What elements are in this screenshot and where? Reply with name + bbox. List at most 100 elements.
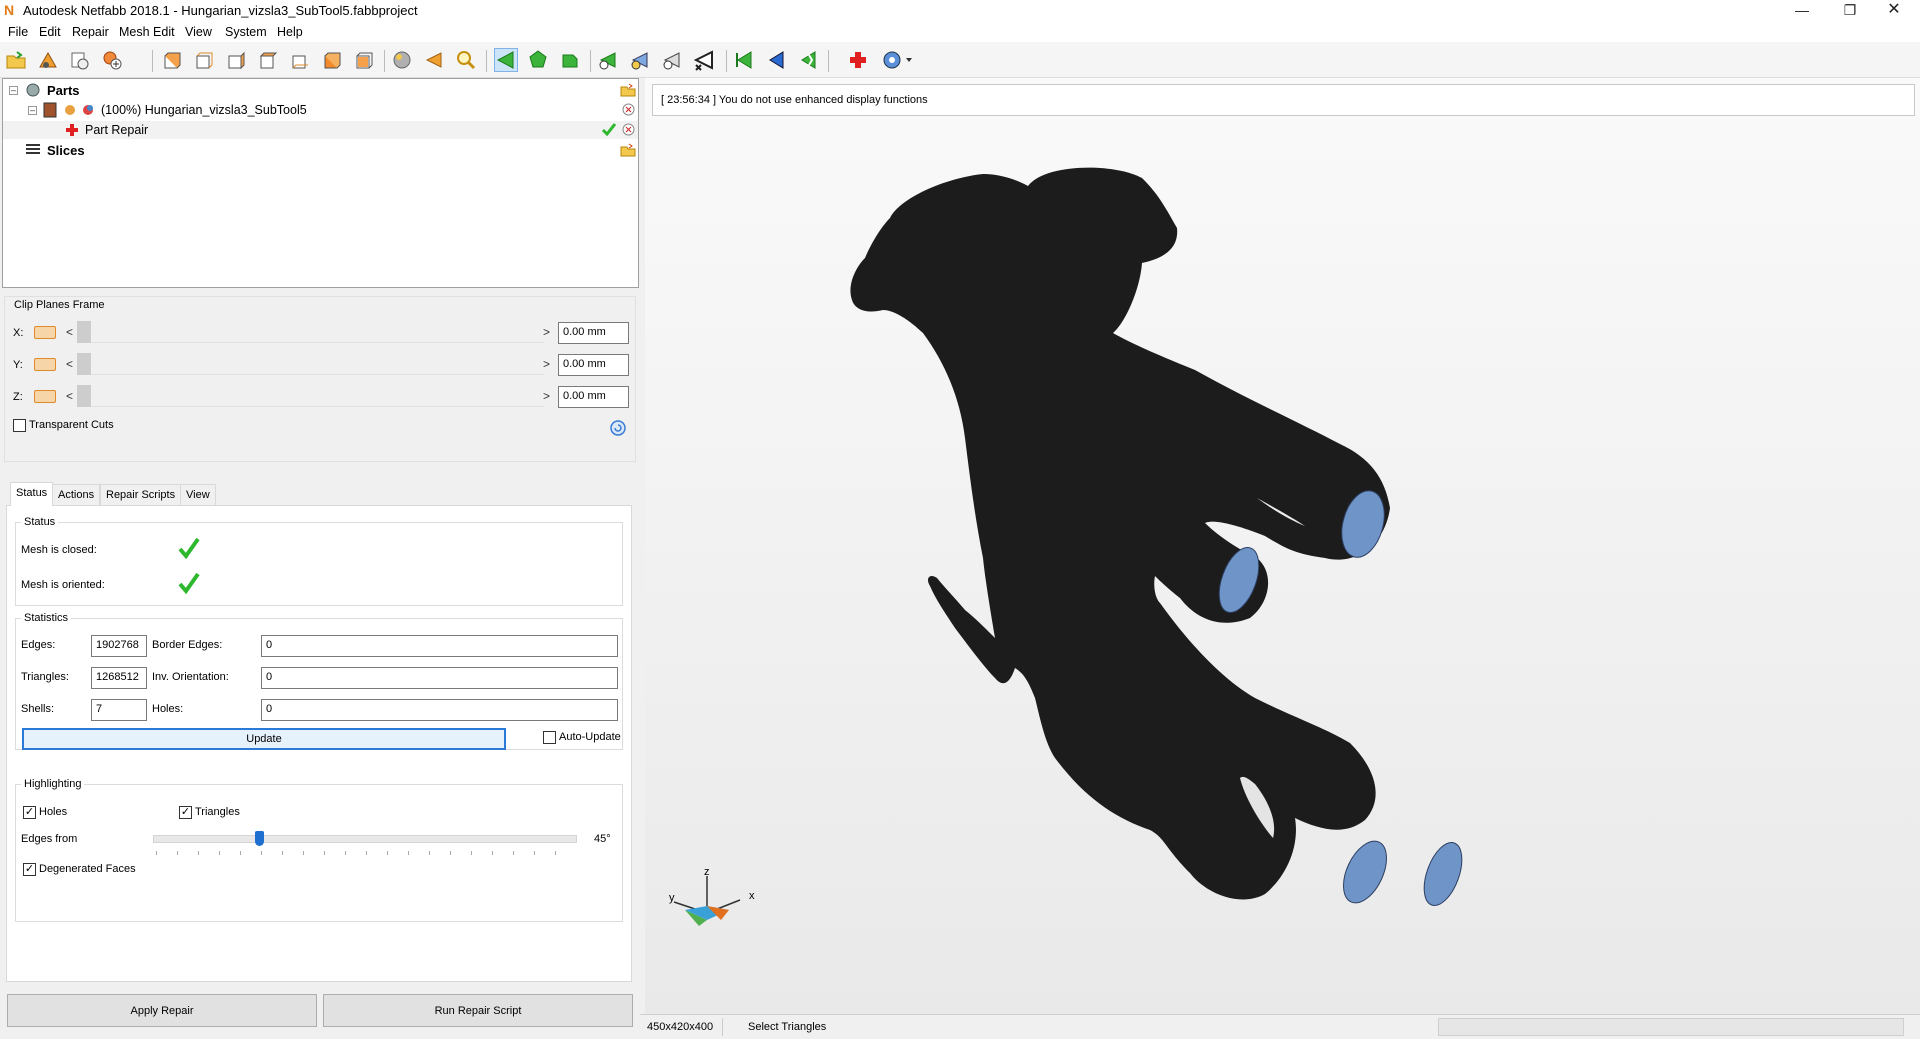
mesh-closed-check-icon [178,537,200,560]
transparent-cuts-checkbox[interactable] [13,419,26,432]
tree-node-slices[interactable]: Slices [25,141,85,159]
minimize-icon[interactable]: — [1780,0,1824,22]
menu-mesh-edit[interactable]: Mesh Edit [119,25,175,39]
select-triangles-icon[interactable] [494,48,518,72]
visibility-icon[interactable] [63,103,77,117]
clip-y-toggle[interactable] [34,358,56,371]
tab-status[interactable]: Status [10,482,54,506]
edges-angle-slider[interactable] [153,835,577,843]
tree-node-parts[interactable]: Parts [25,81,80,99]
tab-actions[interactable]: Actions [52,484,101,505]
dog-mesh-body[interactable] [850,167,1390,900]
menu-edit[interactable]: Edit [39,25,61,39]
clip-x-toggle[interactable] [34,326,56,339]
splitter-handle[interactable] [0,290,640,294]
open-parts-folder-icon[interactable] [620,83,636,97]
tree-node-part[interactable]: (100%) Hungarian_vizsla3_SubTool5 [43,101,307,119]
clip-y-right-arrow[interactable]: > [543,357,550,371]
clip-x-thumb[interactable] [77,321,91,343]
cancel-repair-icon[interactable] [622,123,635,136]
clip-x-field[interactable]: 0.00 mm [558,322,629,344]
clip-z-field[interactable]: 0.00 mm [558,386,629,408]
restore-icon[interactable]: ❐ [1828,0,1872,22]
select-surfaces-icon[interactable] [526,48,550,72]
menu-help[interactable]: Help [277,25,303,39]
auto-update-checkbox[interactable] [543,731,556,744]
view-left-icon[interactable] [224,48,248,72]
mesh-oriented-label: Mesh is oriented: [21,579,105,591]
edges-angle-value: 45° [594,833,611,845]
hole-back-leg-2[interactable] [1417,838,1470,911]
menu-repair[interactable]: Repair [72,25,109,39]
run-repair-script-button[interactable]: Run Repair Script [323,994,633,1027]
remove-all-icon[interactable] [692,48,716,72]
open-folder-icon[interactable] [4,48,28,72]
tab-repair-scripts[interactable]: Repair Scripts [100,484,182,505]
zoom-icon[interactable] [454,48,478,72]
grow-selection-icon[interactable] [796,48,820,72]
close-icon[interactable]: ✕ [1872,0,1916,22]
clip-z-right-arrow[interactable]: > [543,389,550,403]
view-back-icon[interactable] [192,48,216,72]
clip-x-right-arrow[interactable]: > [543,325,550,339]
mesh-tool-icon[interactable] [628,48,652,72]
clip-z-slider[interactable] [77,385,545,407]
menu-file[interactable]: File [8,25,28,39]
clip-y-slider[interactable] [77,353,545,375]
view-right-icon[interactable] [256,48,280,72]
parts-icon [26,83,40,97]
window-title: Autodesk Netfabb 2018.1 - Hungarian_vizs… [23,3,418,18]
add-support-icon[interactable] [100,48,124,72]
help-dropdown-icon[interactable] [880,48,916,72]
edges-angle-thumb[interactable] [255,831,264,846]
add-part-icon[interactable] [36,48,60,72]
tree-node-part-repair[interactable]: Part Repair [65,121,148,139]
clip-z-toggle[interactable] [34,390,56,403]
menu-view[interactable]: View [185,25,212,39]
remove-part-icon[interactable] [622,103,635,116]
select-shells-icon[interactable] [558,48,582,72]
repair-cross-icon[interactable] [846,48,870,72]
zoom-back-icon[interactable] [422,48,446,72]
shaded-sphere-icon[interactable] [390,48,414,72]
title-bar: N Autodesk Netfabb 2018.1 - Hungarian_vi… [0,0,1920,22]
tab-view[interactable]: View [180,484,216,505]
clip-x-slider[interactable] [77,321,545,343]
triangles-checkbox[interactable]: ✓ [179,806,192,819]
part-properties-icon[interactable] [68,48,92,72]
invert-selection-icon[interactable] [764,48,788,72]
reset-clip-icon[interactable] [609,419,627,437]
shells-label: Shells: [21,703,55,715]
menu-bar: File Edit Repair Mesh Edit View System H… [0,22,1920,42]
clip-y-left-arrow[interactable]: < [66,357,73,371]
remove-triangle-icon[interactable] [660,48,684,72]
color-icon[interactable] [81,103,95,117]
clip-y-field[interactable]: 0.00 mm [558,354,629,376]
clip-z-thumb[interactable] [77,385,91,407]
clip-x-left-arrow[interactable]: < [66,325,73,339]
view-top-icon[interactable] [288,48,312,72]
inv-orientation-field: 0 [261,667,618,689]
open-slices-folder-icon[interactable] [620,143,636,157]
clip-z-left-arrow[interactable]: < [66,389,73,403]
degenerated-faces-checkbox[interactable]: ✓ [23,863,36,876]
tab-strip: Status Actions Repair Scripts View [10,482,630,506]
previous-triangle-icon[interactable] [732,48,756,72]
expander-parts[interactable]: – [9,86,18,95]
confirm-repair-icon[interactable] [601,122,617,136]
add-triangle-icon[interactable] [596,48,620,72]
hole-back-leg-1[interactable] [1335,834,1396,909]
3d-viewport[interactable]: z x y [645,78,1920,1014]
view-bottom-icon[interactable] [320,48,344,72]
view-front-icon[interactable] [160,48,184,72]
holes-checkbox[interactable]: ✓ [23,806,36,819]
expander-part[interactable]: – [28,106,37,115]
slices-label: Slices [47,142,85,158]
menu-system[interactable]: System [225,25,267,39]
splitter-handle-2[interactable] [0,472,640,476]
view-iso-icon[interactable] [352,48,376,72]
mesh-model[interactable] [645,78,1920,1014]
apply-repair-button[interactable]: Apply Repair [7,994,317,1027]
clip-y-thumb[interactable] [77,353,91,375]
update-button[interactable]: Update [22,728,506,750]
